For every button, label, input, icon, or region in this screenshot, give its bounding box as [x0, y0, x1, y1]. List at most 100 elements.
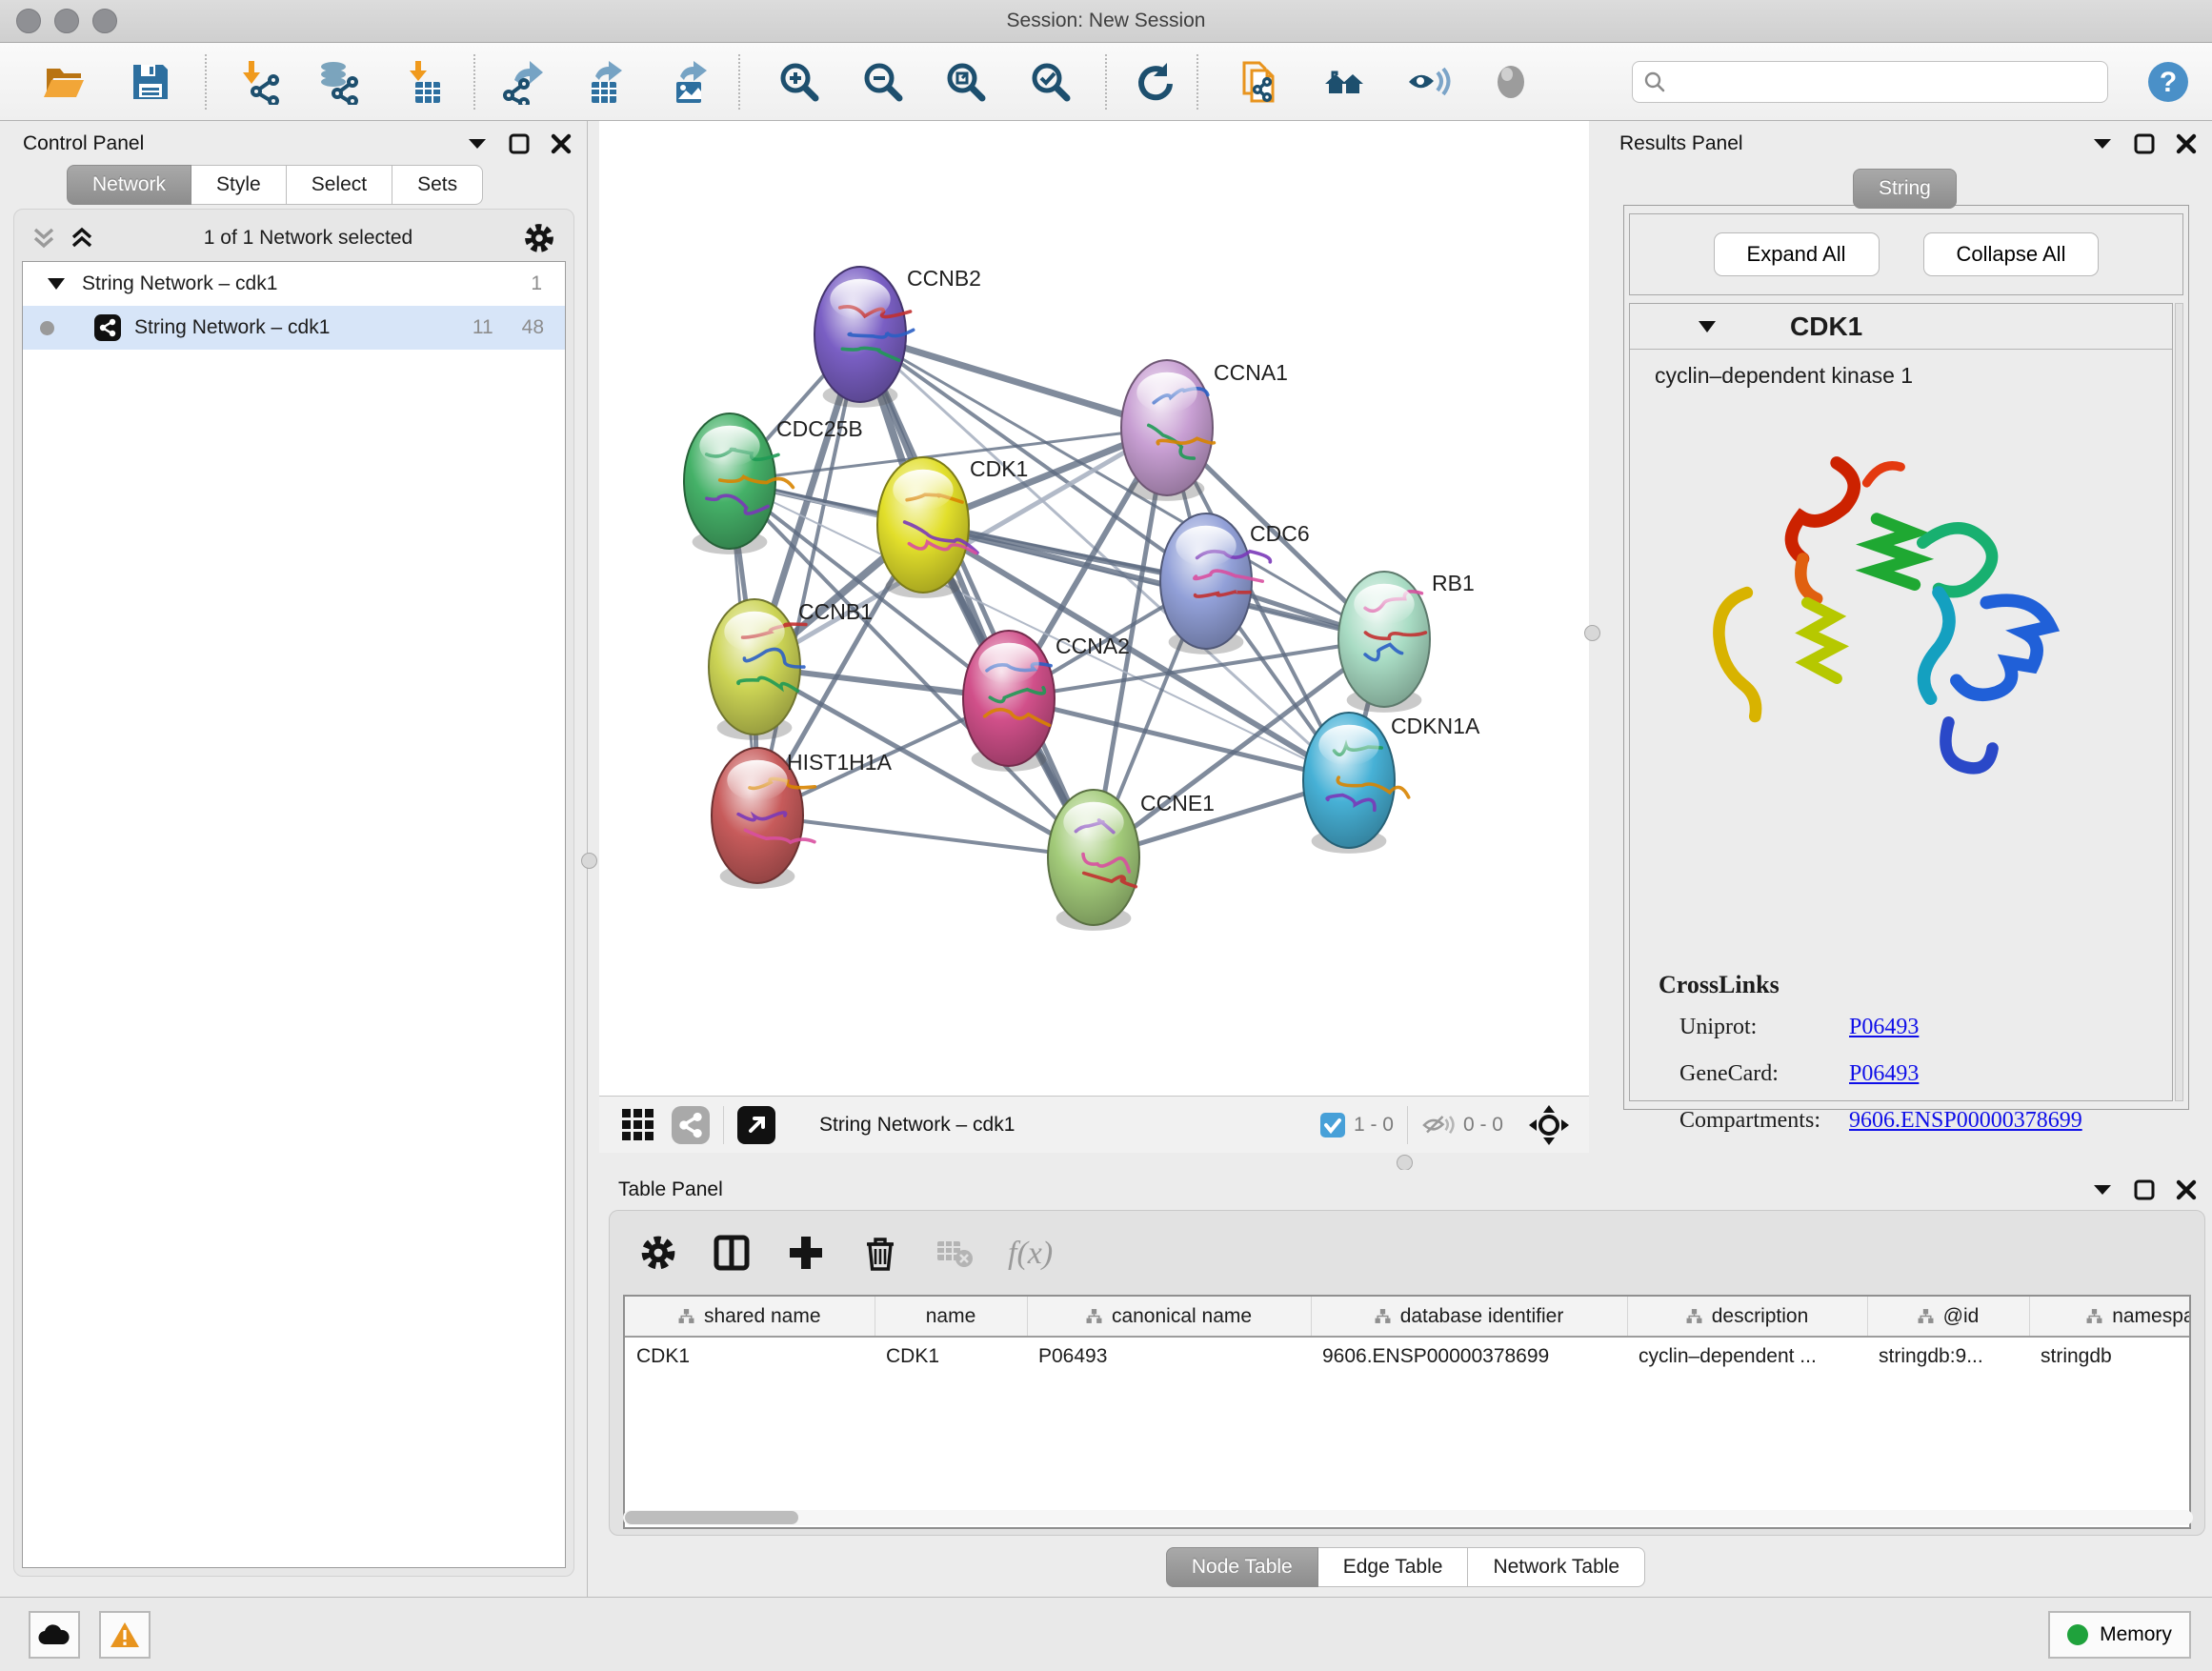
tree-expand-icon[interactable] — [48, 278, 65, 290]
eye-disabled-icon — [1488, 59, 1534, 105]
column-header[interactable]: description — [1627, 1297, 1867, 1337]
birds-eye-view-button[interactable] — [737, 1104, 775, 1146]
panel-float-icon[interactable] — [2134, 1179, 2155, 1200]
expand-all-button[interactable]: Expand All — [1714, 232, 1880, 276]
crosslink-genecard[interactable]: P06493 — [1849, 1061, 1919, 1087]
network-node-HIST1H1A[interactable]: HIST1H1A — [712, 748, 893, 889]
panel-collapse-icon[interactable] — [2092, 1183, 2113, 1197]
crosslink-label: Uniprot: — [1679, 1015, 1849, 1040]
column-header[interactable]: canonical name — [1027, 1297, 1311, 1337]
zoom-selected-button[interactable] — [1027, 59, 1073, 105]
crosslink-compartments[interactable]: 9606.ENSP00000378699 — [1849, 1108, 2082, 1134]
tab-network[interactable]: Network — [67, 165, 191, 205]
open-session-button[interactable] — [42, 59, 88, 105]
delete-table-button[interactable] — [934, 1234, 975, 1275]
node-label: CDC25B — [776, 416, 863, 441]
network-collection-row[interactable]: String Network – cdk1 1 — [23, 262, 565, 306]
network-edge[interactable] — [860, 334, 1094, 857]
network-row[interactable]: String Network – cdk1 11 48 — [23, 306, 565, 350]
fit-content-button[interactable] — [1528, 1104, 1570, 1146]
zoom-out-button[interactable] — [859, 59, 905, 105]
zoom-in-button[interactable] — [775, 59, 821, 105]
string-home-button[interactable] — [1321, 59, 1367, 105]
panel-float-icon[interactable] — [2134, 133, 2155, 154]
panel-close-icon[interactable] — [2176, 133, 2197, 154]
cloud-status-button[interactable] — [29, 1611, 80, 1659]
export-table-button[interactable] — [582, 59, 628, 105]
export-image-icon — [667, 59, 713, 105]
network-edge[interactable] — [757, 815, 1094, 857]
save-session-button[interactable] — [128, 59, 173, 105]
tab-node-table[interactable]: Node Table — [1166, 1547, 1318, 1587]
panel-float-icon[interactable] — [509, 133, 530, 154]
panel-collapse-icon[interactable] — [2092, 137, 2113, 151]
network-node-CCNA1[interactable]: CCNA1 — [1121, 360, 1288, 501]
toolbar-separator — [1105, 54, 1107, 110]
apply-layout-button[interactable] — [1131, 59, 1176, 105]
column-header[interactable]: shared name — [625, 1297, 875, 1337]
crosslink-uniprot[interactable]: P06493 — [1849, 1015, 1919, 1040]
vertical-splitter-handle[interactable] — [581, 853, 597, 869]
table-row[interactable]: CDK1 CDK1 P06493 9606.ENSP00000378699 cy… — [625, 1337, 2191, 1375]
network-node-CDKN1A[interactable]: CDKN1A — [1303, 713, 1480, 854]
vertical-splitter-handle[interactable] — [1584, 625, 1600, 641]
column-header[interactable]: namespace — [2029, 1297, 2191, 1337]
import-table-button[interactable] — [402, 59, 448, 105]
collapse-all-icon[interactable] — [31, 226, 56, 251]
delete-column-button[interactable] — [859, 1232, 901, 1277]
warnings-button[interactable] — [99, 1611, 151, 1659]
expand-all-icon[interactable] — [70, 226, 94, 251]
card-collapse-icon[interactable] — [1699, 321, 1716, 332]
tab-edge-table[interactable]: Edge Table — [1318, 1547, 1469, 1587]
network-edge[interactable] — [860, 334, 1167, 428]
table-horizontal-scrollbar[interactable] — [623, 1510, 2193, 1525]
create-column-button[interactable] — [785, 1232, 827, 1277]
node-label: CCNE1 — [1140, 791, 1215, 815]
panel-close-icon[interactable] — [2176, 1179, 2197, 1200]
function-builder-button[interactable]: f(x) — [1008, 1236, 1053, 1272]
selected-checkbox-icon[interactable] — [1319, 1112, 1346, 1138]
network-node-CCNE1[interactable]: CCNE1 — [1048, 790, 1215, 931]
show-graphics-details-button[interactable] — [1405, 59, 1451, 105]
network-node-RB1[interactable]: RB1 — [1338, 571, 1475, 713]
import-network-icon — [235, 59, 281, 105]
tab-sets[interactable]: Sets — [392, 165, 483, 205]
crosshair-icon — [1528, 1104, 1570, 1146]
export-network-button[interactable] — [499, 59, 545, 105]
hide-graphics-details-button[interactable] — [1488, 59, 1534, 105]
show-columns-button[interactable] — [711, 1232, 753, 1277]
table-options-button[interactable] — [638, 1233, 678, 1276]
column-header[interactable]: name — [875, 1297, 1027, 1337]
horizontal-splitter-handle[interactable] — [1397, 1155, 1413, 1171]
string-import-button[interactable] — [1237, 59, 1282, 105]
export-image-button[interactable] — [667, 59, 713, 105]
network-node-CCNB2[interactable]: CCNB2 — [814, 266, 981, 408]
memory-button[interactable]: Memory — [2048, 1611, 2191, 1659]
column-header[interactable]: @id — [1867, 1297, 2029, 1337]
node-table[interactable]: shared name name canonical name database… — [623, 1295, 2191, 1529]
node-label: HIST1H1A — [787, 750, 893, 775]
import-network-database-button[interactable] — [314, 59, 360, 105]
import-network-file-button[interactable] — [235, 59, 281, 105]
zoom-fit-button[interactable] — [942, 59, 988, 105]
tab-style[interactable]: Style — [191, 165, 287, 205]
hidden-eye-icon[interactable] — [1421, 1111, 1456, 1139]
zoom-selected-icon — [1027, 59, 1073, 105]
tab-network-table[interactable]: Network Table — [1468, 1547, 1645, 1587]
network-edge[interactable] — [757, 334, 860, 815]
hierarchy-icon — [2086, 1308, 2102, 1324]
search-input[interactable] — [1667, 65, 2107, 99]
tab-string-results[interactable]: String — [1853, 169, 1957, 209]
panel-close-icon[interactable] — [551, 133, 572, 154]
collapse-all-button[interactable]: Collapse All — [1923, 232, 2100, 276]
network-selected-status: 1 of 1 Network selected — [94, 227, 522, 250]
network-canvas[interactable]: CCNB2CCNA1CDC25BCDK1CDC6RB1CCNB1CCNA2CDK… — [599, 121, 1589, 1096]
show-grid-button[interactable] — [620, 1104, 656, 1146]
results-scrollbar[interactable] — [2175, 303, 2183, 1101]
tab-select[interactable]: Select — [287, 165, 392, 205]
panel-collapse-icon[interactable] — [467, 137, 488, 151]
network-share-view-button[interactable] — [672, 1104, 710, 1146]
help-button[interactable]: ? — [2145, 59, 2191, 105]
gear-icon[interactable] — [522, 221, 556, 255]
column-header[interactable]: database identifier — [1311, 1297, 1627, 1337]
